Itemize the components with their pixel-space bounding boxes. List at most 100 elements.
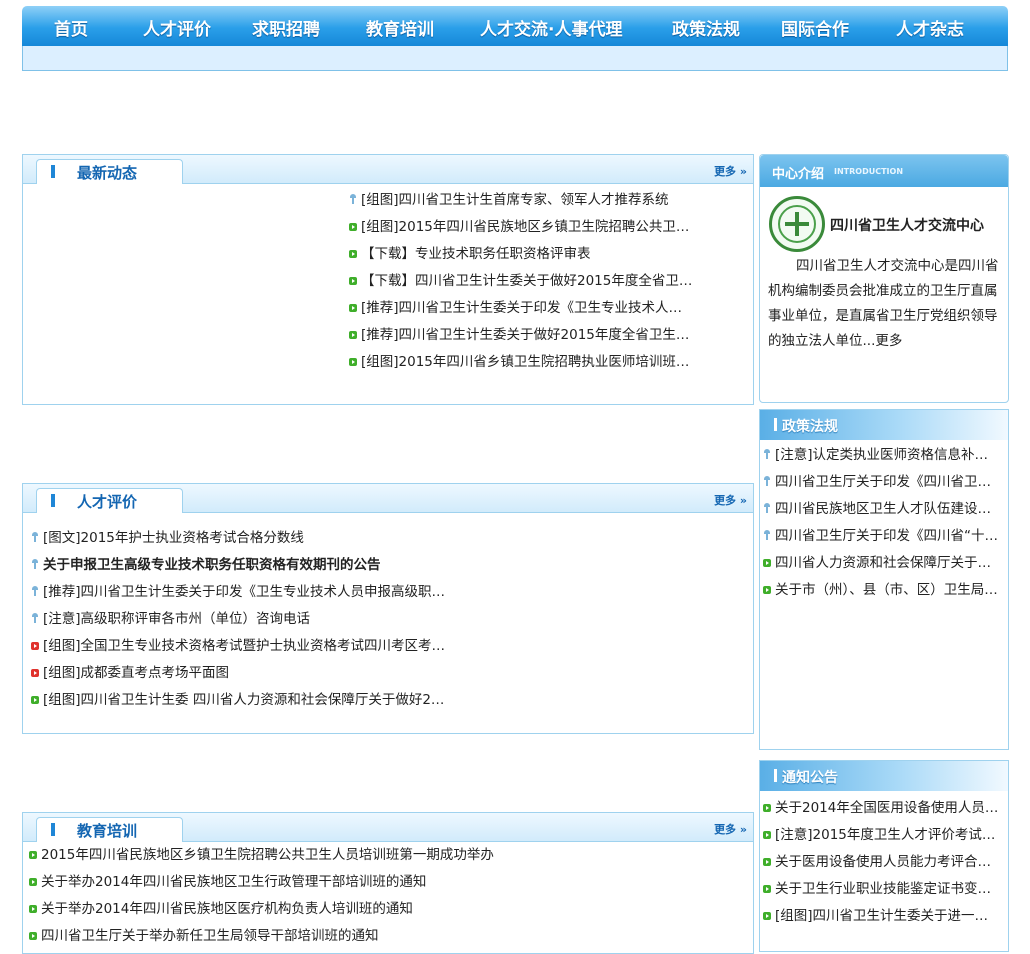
- nav-policy[interactable]: 政策法规: [672, 15, 740, 40]
- list-item[interactable]: 关于申报卫生高级专业技术职务任职资格有效期刊的公告: [31, 552, 447, 579]
- center-name: 四川省卫生人才交流中心: [830, 218, 984, 234]
- tab-bar-icon: [51, 165, 55, 178]
- nav-home[interactable]: 首页: [54, 15, 88, 40]
- notice-header: 通知公告: [760, 761, 1008, 791]
- panel-header: 教育培训 更多 »: [23, 813, 753, 842]
- education-list: 2015年四川省民族地区乡镇卫生院招聘公共卫生人员培训班第一期成功举办 关于举办…: [29, 842, 529, 950]
- list-item[interactable]: 【下载】四川省卫生计生委关于做好2015年度全省卫生高级职称评审工作: [349, 268, 695, 295]
- red-arrow-icon: [31, 642, 39, 650]
- tab-bar-icon: [51, 823, 55, 836]
- center-more-link[interactable]: 更多: [875, 333, 902, 349]
- nav-international[interactable]: 国际合作: [781, 15, 849, 40]
- list-item[interactable]: [组图]2015年四川省民族地区乡镇卫生院招聘公共卫生人员培训班: [349, 214, 695, 241]
- list-item[interactable]: [组图]四川省卫生计生委 四川省人力资源和社会保障厅关于做好2015年: [31, 687, 447, 714]
- list-item[interactable]: [组图]四川省卫生计生委关于进一步加强: [763, 903, 1001, 930]
- green-arrow-icon: [763, 559, 771, 567]
- green-arrow-icon: [763, 586, 771, 594]
- panel-title: 人才评价: [77, 493, 138, 511]
- list-item[interactable]: 四川省人力资源和社会保障厅关于印发: [763, 550, 1001, 577]
- pin-icon: [763, 530, 771, 540]
- sub-nav-bar: [22, 46, 1008, 71]
- panel-tab: 教育培训: [36, 817, 183, 842]
- list-item[interactable]: 四川省民族地区卫生人才队伍建设规划: [763, 496, 1001, 523]
- education-panel: 教育培训 更多 » 2015年四川省民族地区乡镇卫生院招聘公共卫生人员培训班第一…: [22, 812, 754, 954]
- center-intro-title: 中心介绍: [772, 167, 825, 182]
- more-link[interactable]: 更多 »: [714, 821, 747, 837]
- pin-icon: [31, 532, 39, 542]
- list-item[interactable]: 四川省卫生厅关于印发《四川省“十二五”卫生人才》: [763, 523, 1001, 550]
- list-item[interactable]: [注意]认定类执业医师资格信息补录通知: [763, 442, 1001, 469]
- center-intro-header: 中心介绍 INTRODUCTION: [760, 155, 1008, 187]
- list-item[interactable]: [图文]2015年护士执业资格考试合格分数线: [31, 525, 447, 552]
- pin-icon: [31, 559, 39, 569]
- list-item[interactable]: [组图]2015年四川省乡镇卫生院招聘执业医师培训班第一期成功举办: [349, 349, 695, 376]
- policy-list: [注意]认定类执业医师资格信息补录通知 四川省卫生厅关于印发《四川省卫生人才发展…: [763, 442, 1001, 604]
- center-intro-title-en: INTRODUCTION: [834, 167, 904, 176]
- header-bar-icon: [774, 418, 777, 431]
- green-arrow-icon: [29, 905, 37, 913]
- panel-header: 人才评价 更多 »: [23, 484, 753, 513]
- pin-icon: [349, 194, 357, 204]
- panel-title: 最新动态: [77, 164, 138, 182]
- green-arrow-icon: [29, 878, 37, 886]
- nav-education[interactable]: 教育培训: [366, 15, 434, 40]
- list-item[interactable]: [组图]四川省卫生计生首席专家、领军人才推荐系统: [349, 187, 695, 214]
- policy-header: 政策法规: [760, 410, 1008, 440]
- notice-list: 关于2014年全国医用设备使用人员考试 [注意]2015年度卫生人才评价考试通知…: [763, 795, 1001, 930]
- green-arrow-icon: [349, 358, 357, 366]
- notice-box: 通知公告 关于2014年全国医用设备使用人员考试 [注意]2015年度卫生人才评…: [759, 760, 1009, 952]
- green-arrow-icon: [29, 932, 37, 940]
- green-arrow-icon: [763, 831, 771, 839]
- more-link[interactable]: 更多 »: [714, 492, 747, 508]
- tab-bar-icon: [51, 494, 55, 507]
- logo-cross-horizontal: [785, 222, 809, 226]
- list-item[interactable]: [推荐]四川省卫生计生委关于印发《卫生专业技术人员申报高级职称: [349, 295, 695, 322]
- green-arrow-icon: [349, 250, 357, 258]
- green-arrow-icon: [763, 885, 771, 893]
- latest-news-list: [组图]四川省卫生计生首席专家、领军人才推荐系统 [组图]2015年四川省民族地…: [349, 187, 695, 376]
- panel-tab: 最新动态: [36, 159, 183, 184]
- list-item[interactable]: [注意]高级职称评审各市州（单位）咨询电话: [31, 606, 447, 633]
- list-item[interactable]: 四川省卫生厅关于举办新任卫生局领导干部培训班的通知: [29, 923, 529, 950]
- nav-magazine[interactable]: 人才杂志: [896, 15, 964, 40]
- green-arrow-icon: [31, 696, 39, 704]
- list-item[interactable]: 关于医用设备使用人员能力考评合格名单: [763, 849, 1001, 876]
- list-item[interactable]: 关于2014年全国医用设备使用人员考试: [763, 795, 1001, 822]
- list-item[interactable]: 四川省卫生厅关于印发《四川省卫生人才发展规划》: [763, 469, 1001, 496]
- main-nav: 首页 人才评价 求职招聘 教育培训 人才交流·人事代理 政策法规 国际合作 人才…: [22, 6, 1008, 46]
- list-item[interactable]: 关于举办2014年四川省民族地区医疗机构负责人培训班的通知: [29, 896, 529, 923]
- list-item[interactable]: 关于举办2014年四川省民族地区卫生行政管理干部培训班的通知: [29, 869, 529, 896]
- notice-title: 通知公告: [782, 770, 838, 786]
- header-bar-icon: [774, 769, 777, 782]
- list-item[interactable]: [推荐]四川省卫生计生委关于做好2015年度全省卫生专业技术资格考试: [349, 322, 695, 349]
- policy-title: 政策法规: [782, 419, 838, 435]
- list-item[interactable]: 关于市（州）、县（市、区）卫生局长培训: [763, 577, 1001, 604]
- list-item[interactable]: [注意]2015年度卫生人才评价考试通知: [763, 822, 1001, 849]
- red-arrow-icon: [31, 669, 39, 677]
- talent-eval-list: [图文]2015年护士执业资格考试合格分数线 关于申报卫生高级专业技术职务任职资…: [31, 525, 447, 714]
- nav-job-recruit[interactable]: 求职招聘: [252, 15, 320, 40]
- green-arrow-icon: [763, 912, 771, 920]
- list-item[interactable]: [组图]全国卫生专业技术资格考试暨护士执业资格考试四川考区考务工作: [31, 633, 447, 660]
- nav-talent-eval[interactable]: 人才评价: [143, 15, 211, 40]
- green-arrow-icon: [29, 851, 37, 859]
- more-link[interactable]: 更多 »: [714, 163, 747, 179]
- green-arrow-icon: [763, 858, 771, 866]
- panel-header: 最新动态 更多 »: [23, 155, 753, 184]
- list-item[interactable]: 2015年四川省民族地区乡镇卫生院招聘公共卫生人员培训班第一期成功举办: [29, 842, 529, 869]
- panel-title: 教育培训: [77, 822, 138, 840]
- green-arrow-icon: [349, 304, 357, 312]
- panel-tab: 人才评价: [36, 488, 183, 513]
- talent-eval-panel: 人才评价 更多 » [图文]2015年护士执业资格考试合格分数线 关于申报卫生高…: [22, 483, 754, 734]
- list-item[interactable]: [组图]成都委直考点考场平面图: [31, 660, 447, 687]
- list-item[interactable]: 【下载】专业技术职务任职资格评审表: [349, 241, 695, 268]
- nav-talent-exchange[interactable]: 人才交流·人事代理: [480, 15, 622, 40]
- green-arrow-icon: [349, 277, 357, 285]
- list-item[interactable]: 关于卫生行业职业技能鉴定证书变更通知: [763, 876, 1001, 903]
- list-item[interactable]: [推荐]四川省卫生计生委关于印发《卫生专业技术人员申报高级职称评审条件》: [31, 579, 447, 606]
- center-intro-box: 中心介绍 INTRODUCTION 四川省卫生人才交流中心 四川省卫生人才交流中…: [759, 154, 1009, 403]
- pin-icon: [31, 613, 39, 623]
- green-arrow-icon: [349, 331, 357, 339]
- center-intro-text: 四川省卫生人才交流中心是四川省机构编制委员会批准成立的卫生厅直属事业单位，是直属…: [768, 258, 999, 349]
- pin-icon: [763, 503, 771, 513]
